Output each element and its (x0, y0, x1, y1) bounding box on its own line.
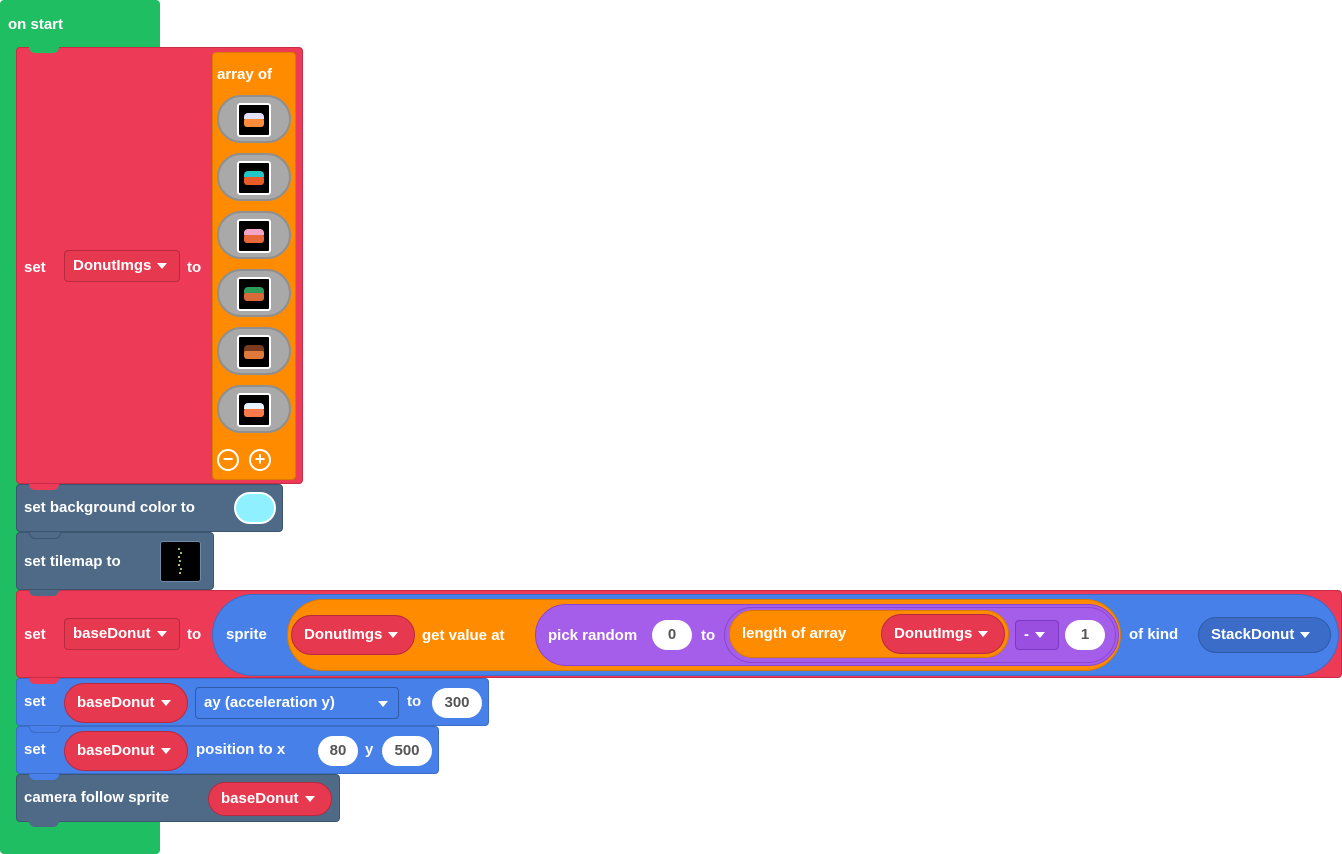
block-notch (29, 532, 61, 539)
variable-name: DonutImgs (73, 257, 152, 274)
to-label: to (187, 259, 202, 276)
pick-random-reporter[interactable]: pick random 0 to length of array DonutIm… (535, 604, 1119, 666)
of-kind-label: of kind (1129, 626, 1179, 643)
chevron-down-icon (978, 631, 989, 638)
donut-icing-icon (244, 403, 264, 409)
sprite-variable-reporter[interactable]: baseDonut (64, 731, 188, 771)
variable-name: DonutImgs (894, 625, 973, 642)
block-notch-bottom (29, 821, 59, 827)
variable-name: baseDonut (221, 790, 299, 807)
property-value: ay (acceleration y) (204, 694, 335, 711)
donut-chocolate-image (237, 335, 271, 369)
camera-follow-block[interactable]: camera follow sprite baseDonut (16, 774, 340, 827)
set-tilemap-label: set tilemap to (24, 553, 121, 570)
chevron-down-icon (304, 796, 315, 803)
chevron-down-icon (156, 631, 167, 638)
chevron-down-icon (157, 263, 168, 270)
image-slot[interactable] (217, 95, 291, 143)
kind-value: StackDonut (1211, 626, 1295, 643)
donut-icing-icon (244, 171, 264, 177)
array-of-block[interactable]: array of − + (212, 52, 296, 480)
random-min-input[interactable]: 0 (652, 620, 692, 650)
donut-icing-icon (244, 345, 264, 351)
y-label: y (365, 741, 374, 758)
set-label: set (24, 626, 46, 643)
block-notch (29, 678, 59, 684)
get-value-at-reporter[interactable]: DonutImgs get value at pick random 0 to … (287, 599, 1121, 671)
length-variable-reporter[interactable]: DonutImgs (881, 614, 1005, 654)
sprite-variable-reporter[interactable]: baseDonut (208, 782, 332, 816)
x-value-input[interactable]: 80 (318, 736, 358, 766)
sprite-label: sprite (226, 626, 267, 643)
operand-input[interactable]: 1 (1065, 620, 1105, 650)
chevron-down-icon (160, 700, 171, 707)
to-label: to (187, 626, 202, 643)
operator-dropdown[interactable]: - (1015, 620, 1059, 650)
image-slot[interactable] (217, 269, 291, 317)
pick-random-label: pick random (548, 627, 638, 644)
variable-name: DonutImgs (304, 626, 383, 643)
block-notch (29, 726, 61, 733)
set-position-block[interactable]: set baseDonut position to x 80 y 500 (16, 726, 439, 774)
image-slot[interactable] (217, 327, 291, 375)
basedonut-variable-dropdown[interactable]: baseDonut (64, 618, 180, 650)
donut-pink-image (237, 219, 271, 253)
color-picker[interactable] (234, 492, 276, 524)
donutimgs-variable-dropdown[interactable]: DonutImgs (64, 250, 180, 282)
donut-green-image (237, 277, 271, 311)
subtraction-reporter[interactable]: length of array DonutImgs - 1 (724, 607, 1116, 663)
donut-teal-image (237, 161, 271, 195)
donutimgs-variable-reporter[interactable]: DonutImgs (291, 615, 415, 655)
image-slot[interactable] (217, 385, 291, 433)
variable-name: baseDonut (73, 625, 151, 642)
image-slot[interactable] (217, 211, 291, 259)
create-sprite-reporter[interactable]: sprite DonutImgs get value at pick rando… (212, 594, 1339, 676)
donut-purple-image (237, 103, 271, 137)
set-sprite-property-block[interactable]: set baseDonut ay (acceleration y) to 300 (16, 678, 489, 726)
on-start-label: on start (8, 16, 64, 33)
set-background-color-block[interactable]: set background color to (16, 484, 283, 532)
block-notch (29, 47, 59, 53)
chevron-down-icon (1035, 632, 1045, 639)
length-of-array-reporter[interactable]: length of array DonutImgs (729, 610, 1009, 658)
array-of-label: array of (217, 66, 273, 83)
block-notch (29, 484, 59, 490)
image-slot[interactable] (217, 153, 291, 201)
y-value-input[interactable]: 500 (382, 736, 432, 766)
camera-follow-label: camera follow sprite (24, 789, 170, 806)
block-notch (29, 774, 59, 780)
set-tilemap-block[interactable]: set tilemap to (16, 532, 214, 590)
tilemap-thumbnail[interactable] (160, 541, 201, 582)
donut-icing-icon (244, 287, 264, 293)
set-donutimgs-block[interactable]: set DonutImgs to array of − + (16, 47, 303, 484)
set-basedonut-sprite-block[interactable]: set baseDonut to sprite DonutImgs get va… (16, 590, 1342, 678)
to-label: to (407, 693, 422, 710)
block-notch (29, 590, 59, 596)
donut-icing-icon (244, 229, 264, 235)
length-of-array-label: length of array (742, 625, 847, 642)
chevron-down-icon (388, 632, 399, 639)
set-label: set (24, 693, 46, 710)
chevron-down-icon (160, 748, 171, 755)
set-background-color-label: set background color to (24, 499, 195, 516)
set-label: set (24, 741, 46, 758)
property-dropdown[interactable]: ay (acceleration y) (195, 687, 399, 719)
chevron-down-icon (1300, 632, 1311, 639)
tilemap-preview-icon (178, 548, 182, 574)
kind-dropdown[interactable]: StackDonut (1198, 617, 1331, 653)
donut-blue-white-image (237, 393, 271, 427)
variable-name: baseDonut (77, 742, 155, 759)
sprite-variable-reporter[interactable]: baseDonut (64, 683, 188, 723)
operator-value: - (1024, 626, 1029, 643)
remove-item-button[interactable]: − (217, 449, 239, 471)
set-label: set (24, 259, 46, 276)
to-label: to (701, 627, 716, 644)
variable-name: baseDonut (77, 694, 155, 711)
position-to-x-label: position to x (196, 741, 286, 758)
ay-value-input[interactable]: 300 (432, 688, 482, 718)
add-item-button[interactable]: + (249, 449, 271, 471)
donut-icing-icon (244, 113, 264, 119)
get-value-at-label: get value at (422, 627, 505, 644)
chevron-down-icon (378, 701, 388, 707)
